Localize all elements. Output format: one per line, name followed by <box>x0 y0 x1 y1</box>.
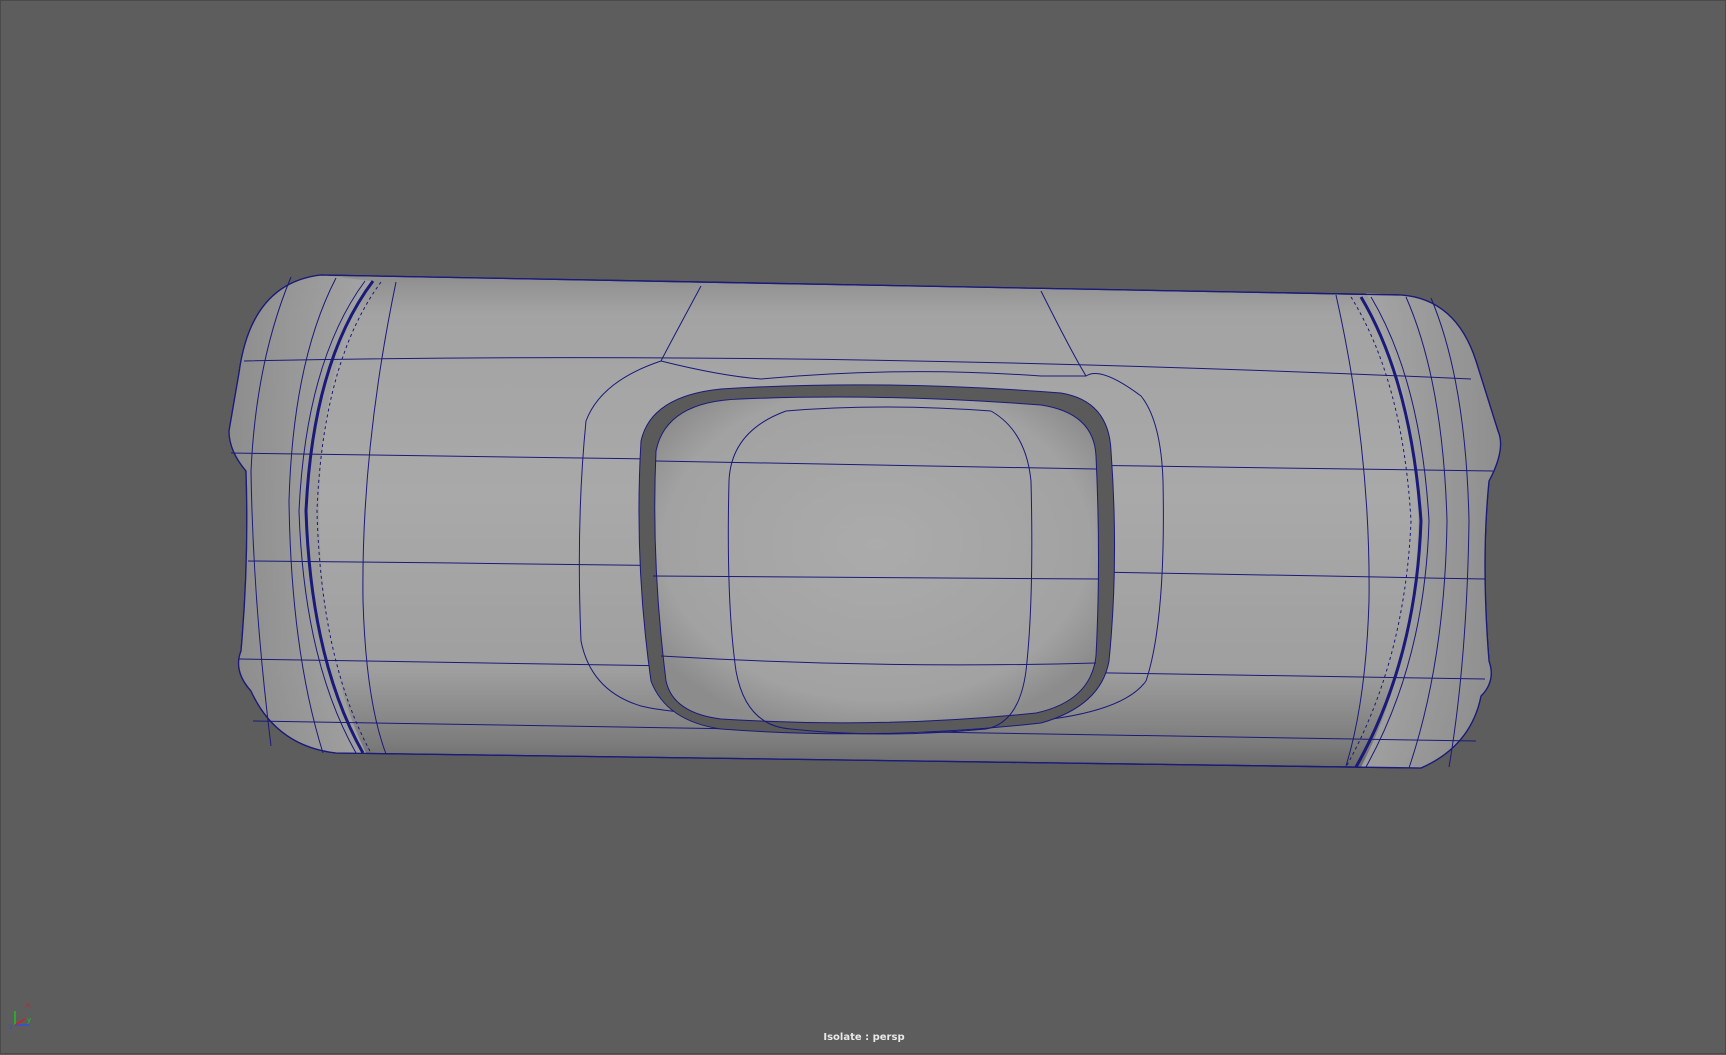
axis-gizmo: x y z <box>9 1001 31 1031</box>
camera-label: Isolate : persp <box>823 1032 905 1043</box>
axis-z-label: z <box>9 1023 13 1031</box>
maya-viewport-persp[interactable]: x y z Isolate : persp <box>0 0 1726 1054</box>
wireframe-model[interactable] <box>1 1 1726 1055</box>
axis-y-label: y <box>27 1016 31 1024</box>
axis-x-label: x <box>26 1001 30 1009</box>
